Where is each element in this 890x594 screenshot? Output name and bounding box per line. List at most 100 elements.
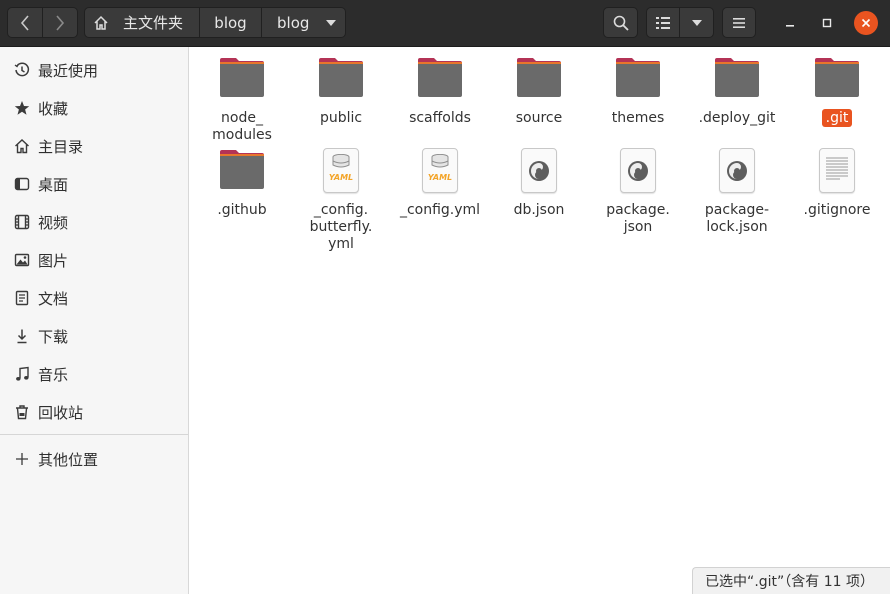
desktop-icon bbox=[13, 176, 30, 193]
download-icon bbox=[13, 328, 30, 345]
sidebar-item-trash[interactable]: 回收站 bbox=[0, 395, 188, 429]
sidebar-item-label: 回收站 bbox=[38, 403, 84, 422]
folder-icon bbox=[516, 56, 562, 102]
breadcrumb-home[interactable]: 主文件夹 bbox=[84, 7, 200, 38]
view-options-button[interactable] bbox=[680, 7, 714, 38]
file-item-config-butterfly-yml[interactable]: YAML _config. butterfly. yml bbox=[291, 148, 391, 253]
yaml-file-icon: YAML bbox=[417, 148, 463, 194]
breadcrumb-blog-current[interactable]: blog bbox=[262, 7, 346, 38]
hamburger-menu-icon bbox=[733, 17, 745, 28]
sidebar-item-label: 桌面 bbox=[38, 175, 69, 194]
file-item-themes[interactable]: themes bbox=[588, 56, 688, 127]
file-name: db.json bbox=[513, 202, 565, 218]
yaml-badge-text: YAML bbox=[427, 173, 453, 182]
document-icon bbox=[13, 290, 30, 307]
sidebar: 最近使用 收藏 主目录 桌面 视频 图片 文档 下载 音乐 回收站 其他位置 bbox=[0, 47, 189, 594]
list-view-icon bbox=[656, 16, 670, 29]
selected-file-name: .git bbox=[821, 109, 853, 127]
file-name: .github bbox=[217, 202, 267, 218]
text-file-icon bbox=[814, 148, 860, 194]
file-name: _config. butterfly. yml bbox=[309, 202, 373, 252]
chevron-left-icon bbox=[20, 14, 29, 31]
sidebar-item-other-places[interactable]: 其他位置 bbox=[0, 442, 188, 476]
file-name: .git bbox=[787, 109, 887, 127]
sidebar-item-label: 音乐 bbox=[38, 365, 69, 384]
file-name: package- lock.json bbox=[704, 202, 770, 235]
sidebar-item-videos[interactable]: 视频 bbox=[0, 205, 188, 239]
sidebar-item-label: 其他位置 bbox=[38, 450, 99, 469]
back-button[interactable] bbox=[7, 7, 43, 38]
file-name: source bbox=[515, 110, 563, 126]
trash-icon bbox=[13, 404, 30, 421]
file-item-git-selected[interactable]: .git bbox=[787, 56, 887, 127]
file-item-db-json[interactable]: db.json bbox=[489, 148, 589, 219]
folder-icon bbox=[219, 56, 265, 102]
sidebar-item-home[interactable]: 主目录 bbox=[0, 129, 188, 163]
star-icon bbox=[13, 100, 30, 117]
main-menu-button[interactable] bbox=[722, 7, 756, 38]
json-file-icon bbox=[615, 148, 661, 194]
breadcrumb-home-label: 主文件夹 bbox=[123, 14, 184, 32]
file-name: _config.yml bbox=[399, 202, 481, 218]
sidebar-item-label: 收藏 bbox=[38, 99, 69, 118]
status-bar: 已选中“.git”（含有 11 项） bbox=[692, 567, 890, 594]
folder-icon bbox=[615, 56, 661, 102]
close-button[interactable] bbox=[854, 11, 878, 35]
folder-icon bbox=[219, 148, 265, 194]
breadcrumb-blog-label: blog bbox=[214, 13, 247, 32]
file-view: node_ modules public scaffolds source th… bbox=[189, 47, 890, 594]
file-item-source[interactable]: source bbox=[489, 56, 589, 127]
json-file-icon bbox=[516, 148, 562, 194]
sidebar-item-label: 文档 bbox=[38, 289, 69, 308]
chevron-right-icon bbox=[56, 14, 65, 31]
home-icon bbox=[94, 15, 108, 30]
file-item-package-json[interactable]: package. json bbox=[588, 148, 688, 236]
sidebar-item-music[interactable]: 音乐 bbox=[0, 357, 188, 391]
file-name: package. json bbox=[606, 202, 670, 235]
file-name: scaffolds bbox=[409, 110, 471, 126]
file-name: themes bbox=[611, 110, 665, 126]
breadcrumb-blog[interactable]: blog bbox=[200, 7, 262, 38]
list-view-button[interactable] bbox=[646, 7, 680, 38]
chevron-down-icon bbox=[691, 19, 702, 26]
sidebar-item-documents[interactable]: 文档 bbox=[0, 281, 188, 315]
header-bar: 主文件夹 blog blog bbox=[0, 0, 890, 47]
sidebar-item-label: 主目录 bbox=[38, 137, 84, 156]
file-name: .deploy_git bbox=[698, 110, 776, 126]
maximize-icon bbox=[822, 18, 832, 28]
file-item-package-lock-json[interactable]: package- lock.json bbox=[687, 148, 787, 236]
file-name: node_ modules bbox=[212, 110, 272, 143]
breadcrumb-current-label: blog bbox=[277, 13, 310, 32]
file-item-config-yml[interactable]: YAML _config.yml bbox=[390, 148, 490, 219]
close-icon bbox=[861, 18, 871, 28]
minimize-button[interactable] bbox=[778, 11, 802, 35]
yaml-badge-text: YAML bbox=[328, 173, 354, 182]
folder-icon bbox=[814, 56, 860, 102]
file-item-gitignore[interactable]: .gitignore bbox=[787, 148, 887, 219]
file-name: public bbox=[319, 110, 363, 126]
forward-button[interactable] bbox=[43, 7, 78, 38]
sidebar-item-starred[interactable]: 收藏 bbox=[0, 91, 188, 125]
image-icon bbox=[13, 252, 30, 269]
sidebar-item-desktop[interactable]: 桌面 bbox=[0, 167, 188, 201]
minimize-icon bbox=[786, 25, 794, 27]
music-note-icon bbox=[13, 366, 30, 383]
film-icon bbox=[13, 214, 30, 231]
sidebar-separator bbox=[0, 434, 188, 435]
sidebar-item-pictures[interactable]: 图片 bbox=[0, 243, 188, 277]
file-name: .gitignore bbox=[803, 202, 871, 218]
folder-icon bbox=[417, 56, 463, 102]
yaml-file-icon: YAML bbox=[318, 148, 364, 194]
file-item-github[interactable]: .github bbox=[192, 148, 292, 219]
plus-icon bbox=[13, 451, 30, 468]
file-item-deploy-git[interactable]: .deploy_git bbox=[687, 56, 787, 127]
maximize-button[interactable] bbox=[815, 11, 839, 35]
selection-status-text: 已选中“.git”（含有 11 项） bbox=[705, 574, 874, 590]
folder-icon bbox=[318, 56, 364, 102]
file-item-node-modules[interactable]: node_ modules bbox=[192, 56, 292, 144]
sidebar-item-downloads[interactable]: 下载 bbox=[0, 319, 188, 353]
file-item-scaffolds[interactable]: scaffolds bbox=[390, 56, 490, 127]
search-button[interactable] bbox=[603, 7, 638, 38]
sidebar-item-recent[interactable]: 最近使用 bbox=[0, 53, 188, 87]
file-item-public[interactable]: public bbox=[291, 56, 391, 127]
